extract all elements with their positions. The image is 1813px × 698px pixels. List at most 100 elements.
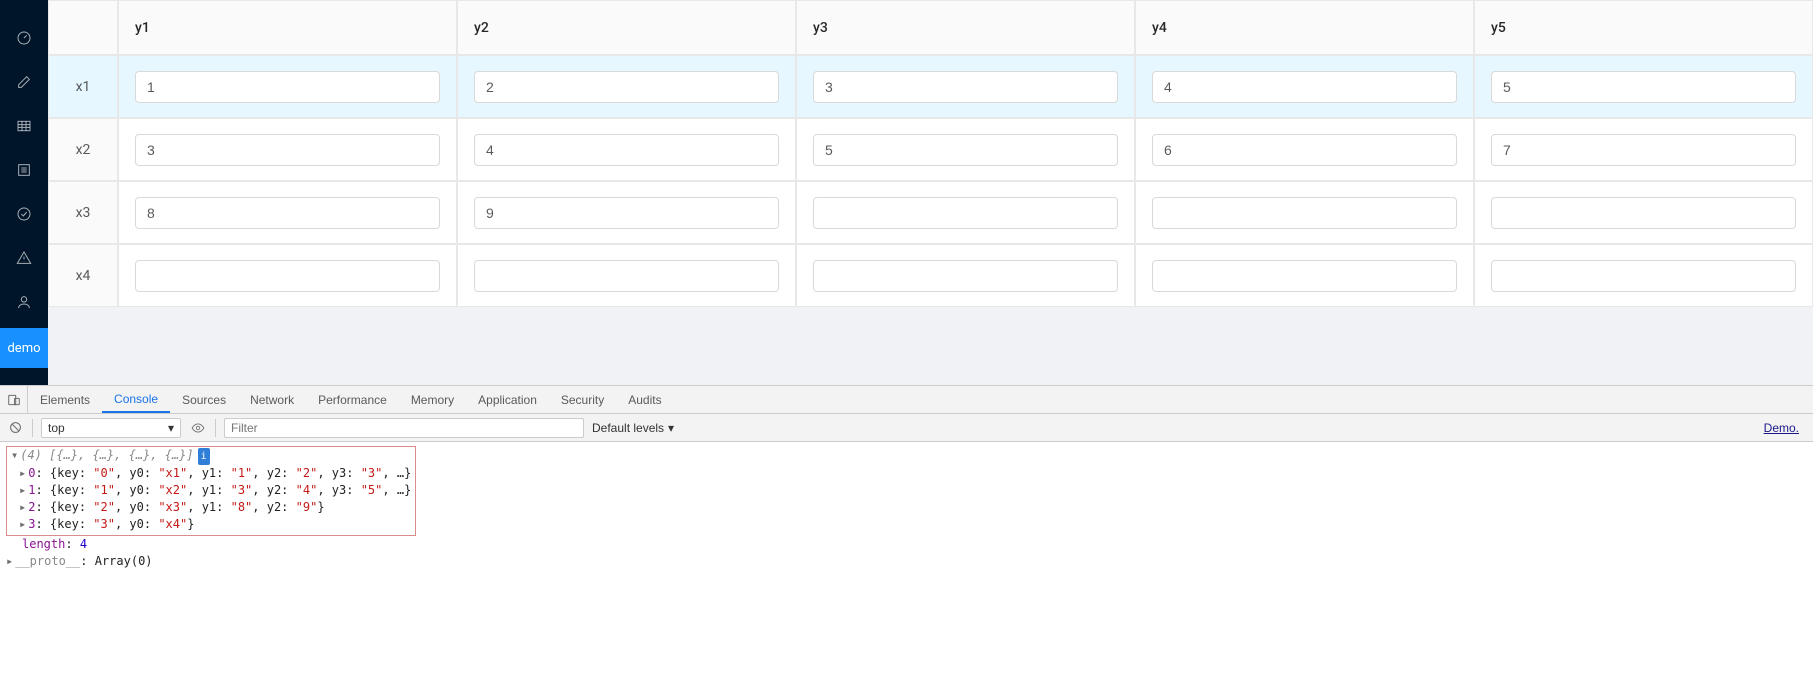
cell-input[interactable] [474,134,779,166]
grid-cell [118,181,457,244]
live-expression-icon[interactable] [189,419,207,437]
column-header[interactable]: y4 [1135,0,1474,55]
devtools-panel: ElementsConsoleSourcesNetworkPerformance… [0,385,1813,574]
clear-console-icon[interactable] [6,419,24,437]
column-header[interactable]: y5 [1474,0,1813,55]
devtools-tab-console[interactable]: Console [102,386,170,413]
cell-input[interactable] [1152,197,1457,229]
grid-cell [1135,181,1474,244]
length-value: 4 [80,537,87,551]
devtools-tab-security[interactable]: Security [549,386,616,413]
log-levels-selector[interactable]: Default levels ▾ [592,421,674,435]
corner-cell [48,0,118,55]
main-content: y1y2y3y4y5 x1x2x3x4 [48,0,1813,385]
context-selector[interactable]: top ▾ [41,418,181,438]
cell-input[interactable] [135,134,440,166]
devtools-tab-performance[interactable]: Performance [306,386,399,413]
expand-arrow-icon[interactable]: ▸ [19,517,26,531]
cell-input[interactable] [813,71,1118,103]
console-output: ▾(4) [{…}, {…}, {…}, {…}] i▸0: {key: "0",… [0,442,1813,574]
column-header[interactable]: y2 [457,0,796,55]
cell-input[interactable] [1491,197,1796,229]
length-key: length [22,537,65,551]
cell-input[interactable] [813,260,1118,292]
cell-input[interactable] [135,71,440,103]
expand-arrow-icon[interactable]: ▸ [19,500,26,514]
devtools-tabs: ElementsConsoleSourcesNetworkPerformance… [0,386,1813,414]
console-array-item[interactable]: ▸0: {key: "0", y0: "x1", y1: "1", y2: "2… [11,465,411,482]
row-header: x2 [48,118,118,181]
devtools-tab-network[interactable]: Network [238,386,306,413]
cell-input[interactable] [135,197,440,229]
column-header[interactable]: y1 [118,0,457,55]
warning-icon[interactable] [0,236,48,280]
device-toggle-icon[interactable] [0,386,28,413]
cell-input[interactable] [474,260,779,292]
list-icon[interactable] [0,148,48,192]
column-header[interactable]: y3 [796,0,1135,55]
context-label: top [48,421,65,435]
cell-input[interactable] [1491,134,1796,166]
devtools-tab-audits[interactable]: Audits [616,386,673,413]
console-toolbar: top ▾ Default levels ▾ Demo. [0,414,1813,442]
grid-cell [1474,55,1813,118]
cell-input[interactable] [1152,71,1457,103]
devtools-tab-sources[interactable]: Sources [170,386,238,413]
proto-key: __proto__ [15,554,80,568]
info-badge-icon[interactable]: i [198,448,210,465]
cell-input[interactable] [1152,260,1457,292]
data-grid: y1y2y3y4y5 x1x2x3x4 [48,0,1813,307]
expand-arrow-icon[interactable]: ▾ [11,448,18,462]
array-summary: (4) [{…}, {…}, {…}, {…}] [20,448,193,462]
row-header: x3 [48,181,118,244]
console-array-item[interactable]: ▸2: {key: "2", y0: "x3", y1: "8", y2: "9… [11,499,411,516]
expand-arrow-icon[interactable]: ▸ [19,483,26,497]
filter-input[interactable] [224,418,584,438]
expand-arrow-icon[interactable]: ▸ [6,554,13,568]
grid-cell [796,181,1135,244]
expand-arrow-icon[interactable]: ▸ [19,466,26,480]
grid-cell [796,55,1135,118]
user-icon[interactable] [0,280,48,324]
grid-cell [796,244,1135,307]
grid-cell [796,118,1135,181]
cell-input[interactable] [1491,260,1796,292]
proto-value: Array(0) [95,554,153,568]
cell-input[interactable] [813,134,1118,166]
row-header: x4 [48,244,118,307]
check-circle-icon[interactable] [0,192,48,236]
cell-input[interactable] [1152,134,1457,166]
cell-input[interactable] [1491,71,1796,103]
chevron-down-icon: ▾ [668,421,674,435]
grid-cell [118,118,457,181]
cell-input[interactable] [135,260,440,292]
sidebar: demo [0,0,48,385]
row-header: x1 [48,55,118,118]
grid-cell [1474,244,1813,307]
grid-cell [1135,244,1474,307]
dashboard-icon[interactable] [0,16,48,60]
grid-cell [1135,118,1474,181]
console-array-box[interactable]: ▾(4) [{…}, {…}, {…}, {…}] i▸0: {key: "0",… [6,446,416,536]
edit-icon[interactable] [0,60,48,104]
grid-cell [457,244,796,307]
chevron-down-icon: ▾ [168,421,174,435]
grid-cell [118,55,457,118]
cell-input[interactable] [813,197,1118,229]
levels-label: Default levels [592,421,664,435]
cell-input[interactable] [474,71,779,103]
grid-cell [457,118,796,181]
devtools-tab-elements[interactable]: Elements [28,386,102,413]
grid-cell [457,55,796,118]
sidebar-item-demo[interactable]: demo [0,328,48,368]
divider [215,419,216,437]
table-icon[interactable] [0,104,48,148]
console-array-item[interactable]: ▸3: {key: "3", y0: "x4"} [11,516,411,533]
console-array-item[interactable]: ▸1: {key: "1", y0: "x2", y1: "3", y2: "4… [11,482,411,499]
sidebar-item-label: demo [7,341,40,356]
source-link[interactable]: Demo. [1764,421,1807,435]
grid-cell [118,244,457,307]
devtools-tab-application[interactable]: Application [466,386,549,413]
cell-input[interactable] [474,197,779,229]
devtools-tab-memory[interactable]: Memory [399,386,466,413]
